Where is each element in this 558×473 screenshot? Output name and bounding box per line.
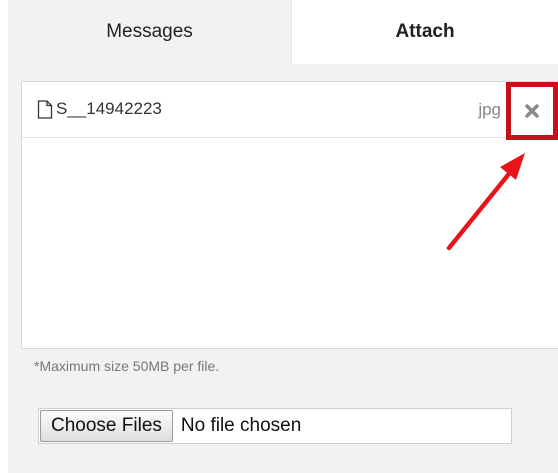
tab-attach[interactable]: Attach: [291, 0, 558, 64]
file-icon: [37, 100, 53, 119]
tab-messages[interactable]: Messages: [8, 0, 291, 64]
file-chosen-status: No file chosen: [180, 415, 302, 436]
attach-panel: S__14942223 jpg *Maximum size 50MB per f…: [8, 64, 558, 473]
list-item: S__14942223 jpg: [22, 82, 558, 140]
choose-files-button[interactable]: Choose Files: [40, 410, 173, 442]
remove-file-button[interactable]: [506, 82, 558, 140]
attachment-widget: Messages Attach S__14942223 jpg *Maximum…: [0, 0, 558, 473]
close-icon: [525, 104, 539, 118]
file-extension: jpg: [478, 100, 501, 119]
attached-file-list: S__14942223 jpg: [21, 81, 558, 349]
file-input[interactable]: Choose Files No file chosen: [38, 408, 512, 444]
file-name: S__14942223: [56, 99, 162, 118]
max-size-note: *Maximum size 50MB per file.: [34, 358, 220, 374]
